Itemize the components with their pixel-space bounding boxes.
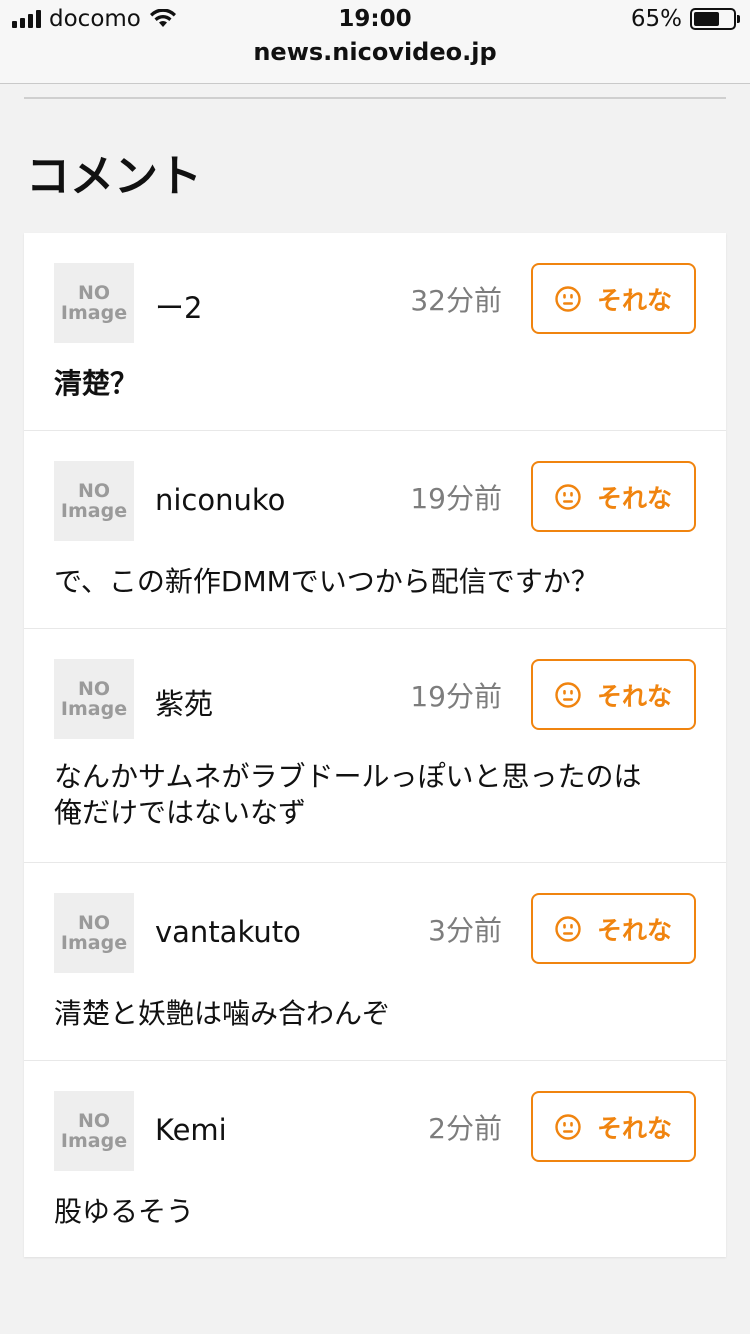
avatar-placeholder-line2: Image [60, 932, 128, 954]
comment-username[interactable]: vantakuto [155, 915, 301, 949]
comment-text: 清楚と妖艶は噛み合わんぞ [54, 997, 391, 1030]
comment-text: なんかサムネがラブドールっぽいと思ったのは 俺だけではないなず [54, 760, 642, 829]
comment-time: 19分前 [410, 482, 502, 515]
avatar-placeholder-line1: NO [77, 480, 111, 502]
avatar-placeholder-line1: NO [77, 678, 111, 700]
avatar-placeholder-line2: Image [60, 302, 128, 324]
sorena-button[interactable]: それな [531, 659, 696, 730]
neutral-face-icon [555, 915, 581, 942]
comment-item: NO Image Kemi 2分前 それな 股ゆるそう [24, 1061, 726, 1257]
battery-icon [690, 8, 740, 30]
avatar[interactable]: NO Image [54, 263, 134, 343]
comment-time: 3分前 [428, 914, 502, 947]
comment-username[interactable]: Kemi [155, 1113, 227, 1147]
sorena-button[interactable]: それな [531, 461, 696, 532]
avatar[interactable]: NO Image [54, 1091, 134, 1171]
comment-text: で、この新作DMMでいつから配信ですか？ [54, 565, 599, 598]
comment-item: NO Image ー2 32分前 それな 清楚？ [24, 233, 726, 431]
sorena-label: それな [596, 681, 672, 711]
sorena-button[interactable]: それな [531, 1091, 696, 1162]
comment-time: 19分前 [410, 680, 502, 713]
status-bar: docomo 19:00 65% news.nicovideo.jp [0, 0, 750, 84]
avatar-placeholder-line1: NO [77, 912, 111, 934]
sorena-button[interactable]: それな [531, 263, 696, 334]
neutral-face-icon [555, 483, 581, 510]
avatar[interactable]: NO Image [54, 461, 134, 541]
neutral-face-icon [555, 1113, 581, 1140]
address-bar-url[interactable]: news.nicovideo.jp [0, 38, 750, 66]
sorena-button[interactable]: それな [531, 893, 696, 964]
comment-list: NO Image ー2 32分前 それな 清楚？ NO Image niconu… [24, 233, 726, 1257]
avatar-placeholder-line2: Image [60, 1130, 128, 1152]
comment-item: NO Image niconuko 19分前 それな で、この新作DMMでいつか… [24, 431, 726, 629]
comment-item: NO Image vantakuto 3分前 それな 清楚と妖艶は噛み合わんぞ [24, 863, 726, 1061]
section-title: コメント [26, 151, 202, 202]
comment-text: 清楚？ [54, 367, 139, 400]
sorena-label: それな [596, 483, 672, 513]
avatar-placeholder-line1: NO [77, 1110, 111, 1132]
avatar-placeholder-line1: NO [77, 282, 111, 304]
comment-time: 2分前 [428, 1112, 502, 1145]
comment-time: 32分前 [410, 284, 502, 317]
sorena-label: それな [596, 915, 672, 945]
comment-username[interactable]: 紫苑 [155, 681, 213, 723]
avatar-placeholder-line2: Image [60, 500, 128, 522]
divider [24, 97, 726, 99]
avatar[interactable]: NO Image [54, 659, 134, 739]
battery-fill [694, 12, 719, 26]
comment-text: 股ゆるそう [54, 1195, 195, 1228]
comment-username[interactable]: ー2 [155, 285, 202, 327]
neutral-face-icon [555, 681, 581, 708]
neutral-face-icon [555, 285, 581, 312]
battery-percent: 65% [630, 6, 682, 32]
sorena-label: それな [596, 1113, 672, 1143]
avatar-placeholder-line2: Image [60, 698, 128, 720]
comment-username[interactable]: niconuko [155, 483, 285, 517]
comment-item: NO Image 紫苑 19分前 それな なんかサムネがラブドールっぽいと思った… [24, 629, 726, 863]
status-right: 65% [630, 6, 740, 32]
avatar[interactable]: NO Image [54, 893, 134, 973]
sorena-label: それな [596, 285, 672, 315]
